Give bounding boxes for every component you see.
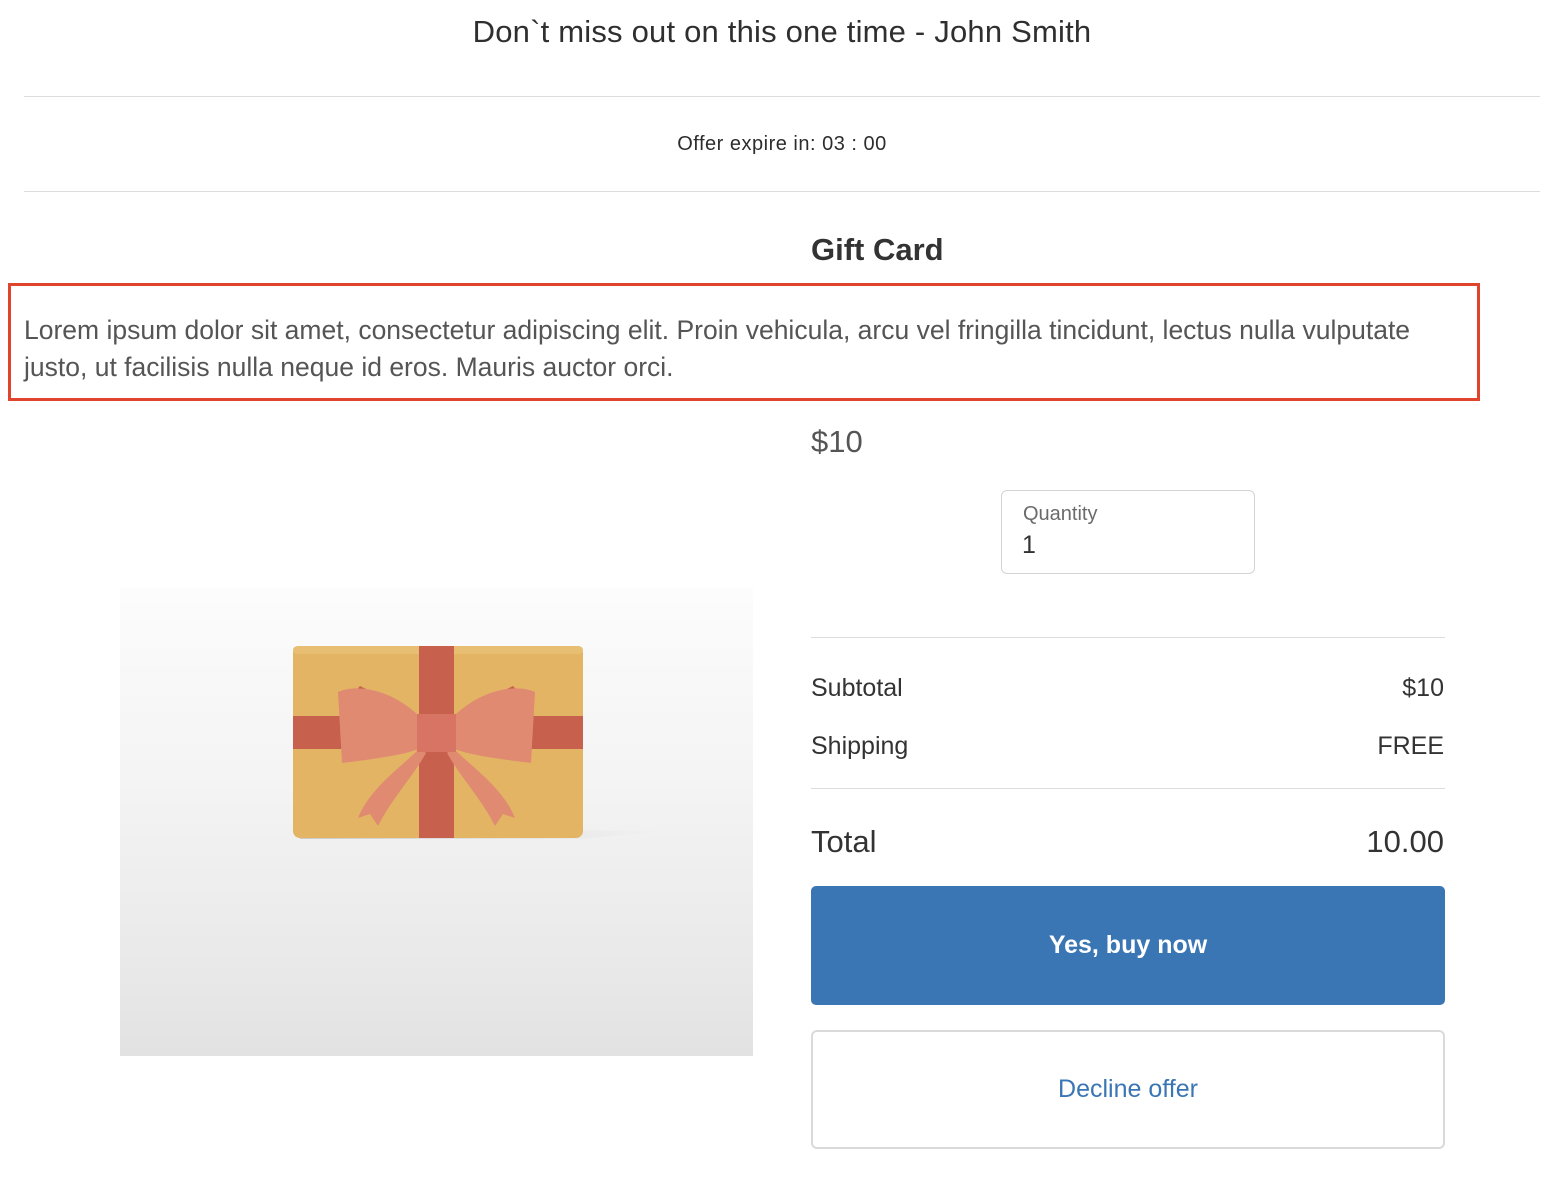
gift-card-icon xyxy=(293,646,665,839)
quantity-label: Quantity xyxy=(1023,503,1098,525)
top-divider xyxy=(24,96,1540,97)
total-label: Total xyxy=(811,824,877,859)
decline-offer-button[interactable]: Decline offer xyxy=(811,1030,1445,1149)
summary-divider-bottom xyxy=(811,788,1445,789)
summary-divider-top xyxy=(811,637,1445,638)
product-price: $10 xyxy=(811,424,863,459)
buy-now-button[interactable]: Yes, buy now xyxy=(811,886,1445,1005)
page-title: Don`t miss out on this one time - John S… xyxy=(472,14,1092,49)
timer-divider xyxy=(24,191,1540,192)
subtotal-value: $10 xyxy=(1402,674,1444,702)
product-image xyxy=(120,588,753,1056)
total-value: 10.00 xyxy=(1366,824,1444,859)
quantity-value[interactable]: 1 xyxy=(1022,531,1036,560)
product-title: Gift Card xyxy=(811,232,944,267)
buy-now-label: Yes, buy now xyxy=(1048,931,1208,959)
product-description: Lorem ipsum dolor sit amet, consectetur … xyxy=(24,315,1411,382)
upsell-page: Don`t miss out on this one time - John S… xyxy=(0,0,1552,1182)
shipping-label: Shipping xyxy=(811,732,909,760)
offer-timer: Offer expire in: 03 : 00 xyxy=(677,133,887,155)
shipping-value: FREE xyxy=(1377,732,1444,760)
decline-offer-label: Decline offer xyxy=(1058,1075,1198,1103)
subtotal-label: Subtotal xyxy=(811,674,903,702)
quantity-field[interactable]: Quantity 1 xyxy=(1001,490,1255,574)
